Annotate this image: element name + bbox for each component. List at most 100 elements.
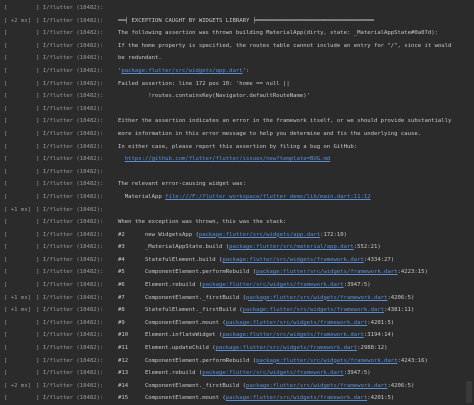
- log-timestamp-prefix: [: [4, 80, 8, 87]
- log-message-suffix: ':: [242, 67, 250, 74]
- log-message-text: #13 Element.rebuild (: [118, 370, 203, 377]
- log-message: [118, 204, 474, 217]
- log-line: [] I/flutter (18482):: [0, 103, 474, 116]
- log-timestamp-prefix: [: [4, 357, 8, 364]
- log-timestamp-prefix: [: [4, 345, 8, 352]
- log-timestamp-prefix: [: [4, 93, 8, 100]
- log-message: #11 Element.updateChild (package:flutter…: [118, 342, 474, 355]
- source-link[interactable]: file:///F:/flutter_workspace/flutter_dem…: [165, 194, 370, 200]
- source-link[interactable]: package:flutter/src/material/app.dart: [229, 244, 354, 250]
- source-link[interactable]: package:flutter/src/widgets/framework.da…: [202, 282, 343, 288]
- log-timestamp-prefix: [: [4, 5, 8, 11]
- log-tag: ] I/flutter (18482):: [36, 17, 104, 24]
- log-tag: ] I/flutter (18482):: [36, 206, 104, 213]
- log-timestamp-prefix: [: [4, 168, 8, 175]
- log-timestamp-prefix: [: [4, 67, 8, 74]
- log-message: #7 ComponentElement._firstBuild (package…: [118, 292, 474, 305]
- source-link[interactable]: package:flutter/src/widgets/framework.da…: [222, 332, 363, 338]
- log-message: https://github.com/flutter/flutter/issue…: [118, 153, 474, 166]
- source-link[interactable]: package:flutter/src/widgets/framework.da…: [216, 345, 357, 351]
- log-message-text: more information in this error message t…: [118, 130, 422, 137]
- log-message: #10 Element.inflateWidget (package:flutt…: [118, 329, 474, 342]
- log-message-text: #11 Element.updateChild (: [118, 345, 216, 352]
- log-timestamp-prefix: [: [4, 269, 8, 276]
- source-link[interactable]: package:flutter/src/widgets/app.dart: [199, 232, 320, 238]
- log-message: MaterialApp file:///F:/flutter_workspace…: [118, 191, 474, 204]
- source-link[interactable]: https://github.com/flutter/flutter/issue…: [125, 156, 330, 162]
- source-link[interactable]: package:flutter/src/widgets/framework.da…: [202, 370, 343, 376]
- log-message-text: If the home property is specified, the r…: [118, 42, 452, 49]
- log-line: [] I/flutter (18482): #3 _MaterialAppStat…: [0, 241, 474, 254]
- log-message: The following assertion was thrown build…: [118, 27, 474, 40]
- source-link[interactable]: package:flutter/src/widgets/framework.da…: [246, 383, 387, 389]
- log-line: [] I/flutter (18482): #4 StatefulElement.…: [0, 254, 474, 267]
- log-tag: ] I/flutter (18482):: [36, 193, 104, 200]
- source-link[interactable]: package:flutter/src/widgets/framework.da…: [243, 307, 384, 313]
- log-timestamp-prefix: [: [4, 370, 8, 377]
- log-message: #13 Element.rebuild (package:flutter/src…: [118, 367, 474, 380]
- log-message: Either the assertion indicates an error …: [118, 115, 474, 128]
- source-link[interactable]: package:flutter/src/widgets/framework.da…: [226, 320, 367, 326]
- log-tag: ] I/flutter (18482):: [36, 30, 104, 37]
- log-line: [ +2 ms]] I/flutter (18482): ══╡ EXCEPTIO…: [0, 15, 474, 28]
- log-tag: ] I/flutter (18482):: [36, 67, 104, 74]
- source-link[interactable]: package:flutter/src/widgets/framework.da…: [226, 395, 367, 401]
- log-message: When the exception was thrown, this was …: [118, 216, 474, 229]
- log-message-suffix: :172:10): [320, 231, 348, 238]
- log-message: 'package:flutter/src/widgets/app.dart':: [118, 65, 474, 78]
- log-timestamp-prefix: [: [4, 55, 8, 62]
- log-timestamp-prefix: [: [4, 42, 8, 49]
- log-line: [] I/flutter (18482): #6 Element.rebuild …: [0, 279, 474, 292]
- log-tag: ] I/flutter (18482):: [36, 294, 104, 301]
- log-tag: ] I/flutter (18482):: [36, 93, 104, 100]
- log-timestamp-prefix: [ +1 ms]: [4, 294, 31, 301]
- log-message-text: Failed assertion: line 172 pos 10: 'home…: [118, 80, 290, 87]
- log-tag: ] I/flutter (18482):: [36, 345, 104, 352]
- log-message: #14 ComponentElement._firstBuild (packag…: [118, 380, 474, 393]
- log-message-text: ══╡ EXCEPTION CAUGHT BY WIDGETS LIBRARY …: [118, 17, 374, 24]
- log-message-suffix: :4201:5): [367, 319, 395, 326]
- log-message-text: #14 ComponentElement._firstBuild (: [118, 382, 246, 389]
- log-message: [118, 2, 474, 15]
- log-message-text: #9 ComponentElement.mount (: [118, 319, 226, 326]
- scrollbar[interactable]: [466, 381, 472, 403]
- log-tag: ] I/flutter (18482):: [36, 395, 104, 402]
- log-message-text: In either case, please report this asser…: [118, 143, 358, 150]
- log-message: [118, 166, 474, 179]
- log-message-text: Either the assertion indicates an error …: [118, 118, 452, 125]
- log-tag: ] I/flutter (18482):: [36, 231, 104, 238]
- log-timestamp-prefix: [: [4, 118, 8, 125]
- log-tag: ] I/flutter (18482):: [36, 319, 104, 326]
- log-timestamp-prefix: [ +1 ms]: [4, 307, 31, 314]
- log-message-suffix: :4381:11): [384, 307, 415, 314]
- source-link[interactable]: package:flutter/src/widgets/framework.da…: [222, 257, 363, 263]
- log-line: [ +1 ms]] I/flutter (18482):: [0, 204, 474, 217]
- log-message-suffix: :2988:12): [357, 345, 388, 352]
- console-log: [] I/flutter (18482): [ +2 ms]] I/flutter…: [0, 0, 474, 405]
- log-line: [ +1 ms] ] I/flutter (18482): #7 Component…: [0, 292, 474, 305]
- log-tag: ] I/flutter (18482):: [36, 181, 104, 188]
- log-timestamp-prefix: [: [4, 181, 8, 188]
- log-message-text: #3 _MaterialAppState.build (: [118, 244, 230, 251]
- source-link[interactable]: package:flutter/src/widgets/framework.da…: [256, 358, 397, 364]
- log-line: [] I/flutter (18482): #5 ComponentElement…: [0, 266, 474, 279]
- source-link[interactable]: package:flutter/src/widgets/framework.da…: [246, 295, 387, 301]
- source-link[interactable]: package:flutter/src/widgets/app.dart: [121, 68, 242, 74]
- log-message: #6 Element.rebuild (package:flutter/src/…: [118, 279, 474, 292]
- source-link[interactable]: package:flutter/src/widgets/framework.da…: [256, 269, 397, 275]
- log-message-text: #7 ComponentElement._firstBuild (: [118, 294, 246, 301]
- log-line: [ +2 ms]] I/flutter (18482): #14 Componen…: [0, 380, 474, 393]
- log-timestamp-prefix: [: [4, 231, 8, 238]
- log-timestamp-prefix: [: [4, 193, 8, 200]
- log-tag: ] I/flutter (18482):: [36, 143, 104, 150]
- log-message-suffix: :3194:14): [363, 332, 395, 339]
- log-line: [] I/flutter (18482):: [0, 2, 474, 15]
- log-tag: ] I/flutter (18482):: [36, 357, 104, 364]
- log-line: [] I/flutter (18482): be redundant.: [0, 52, 474, 65]
- log-line: [ ] I/flutter (18482): 'package:flutter/sr…: [0, 65, 474, 78]
- log-tag: ] I/flutter (18482):: [36, 332, 104, 339]
- log-message-text: The following assertion was thrown build…: [118, 30, 438, 37]
- log-timestamp-prefix: [: [4, 105, 8, 112]
- log-line: [] I/flutter (18482): The following asser…: [0, 27, 474, 40]
- log-tag: ] I/flutter (18482):: [36, 382, 104, 389]
